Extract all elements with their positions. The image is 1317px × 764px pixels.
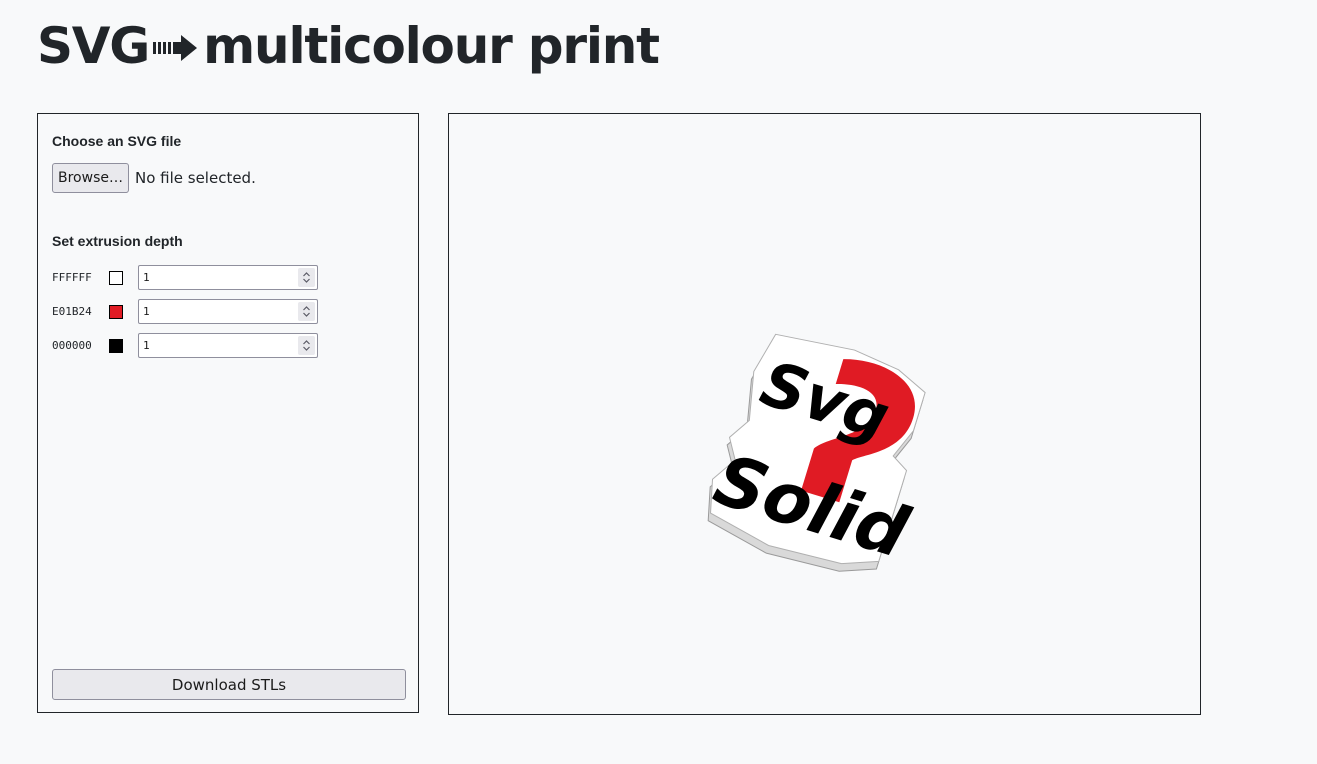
color-hex-label: E01B24 — [52, 305, 92, 318]
depth-input[interactable] — [139, 266, 289, 289]
depth-heading: Set extrusion depth — [52, 233, 183, 249]
preview-panel[interactable]: Svg Solid — [448, 113, 1201, 715]
file-status: No file selected. — [134, 169, 256, 187]
color-swatch — [109, 270, 123, 285]
spinner-arrows-icon[interactable] — [298, 268, 315, 287]
depth-input[interactable] — [139, 300, 289, 323]
color-swatch — [109, 304, 123, 319]
file-heading: Choose an SVG file — [52, 133, 182, 149]
controls-panel: Choose an SVG file Browse… No file selec… — [37, 113, 419, 713]
depth-field — [138, 299, 318, 324]
color-swatch — [109, 338, 123, 353]
depth-input[interactable] — [139, 334, 289, 357]
heavy-right-arrow-icon — [151, 12, 201, 80]
depth-field — [138, 333, 318, 358]
color-row: 000000 — [52, 333, 318, 358]
page-title: SVG multicolour print — [37, 12, 660, 84]
spinner-arrows-icon[interactable] — [298, 336, 315, 355]
color-hex-label: FFFFFF — [52, 271, 92, 284]
download-stls-button[interactable]: Download STLs — [52, 669, 406, 700]
spinner-arrows-icon[interactable] — [298, 302, 315, 321]
browse-button[interactable]: Browse… — [52, 163, 129, 193]
title-right: multicolour print — [203, 17, 660, 75]
model-preview: Svg Solid — [705, 333, 926, 574]
title-left: SVG — [37, 17, 150, 75]
depth-field — [138, 265, 318, 290]
color-row: E01B24 — [52, 299, 318, 324]
color-row: FFFFFF — [52, 265, 318, 290]
file-picker: Browse… No file selected. — [52, 163, 256, 193]
color-hex-label: 000000 — [52, 339, 92, 352]
